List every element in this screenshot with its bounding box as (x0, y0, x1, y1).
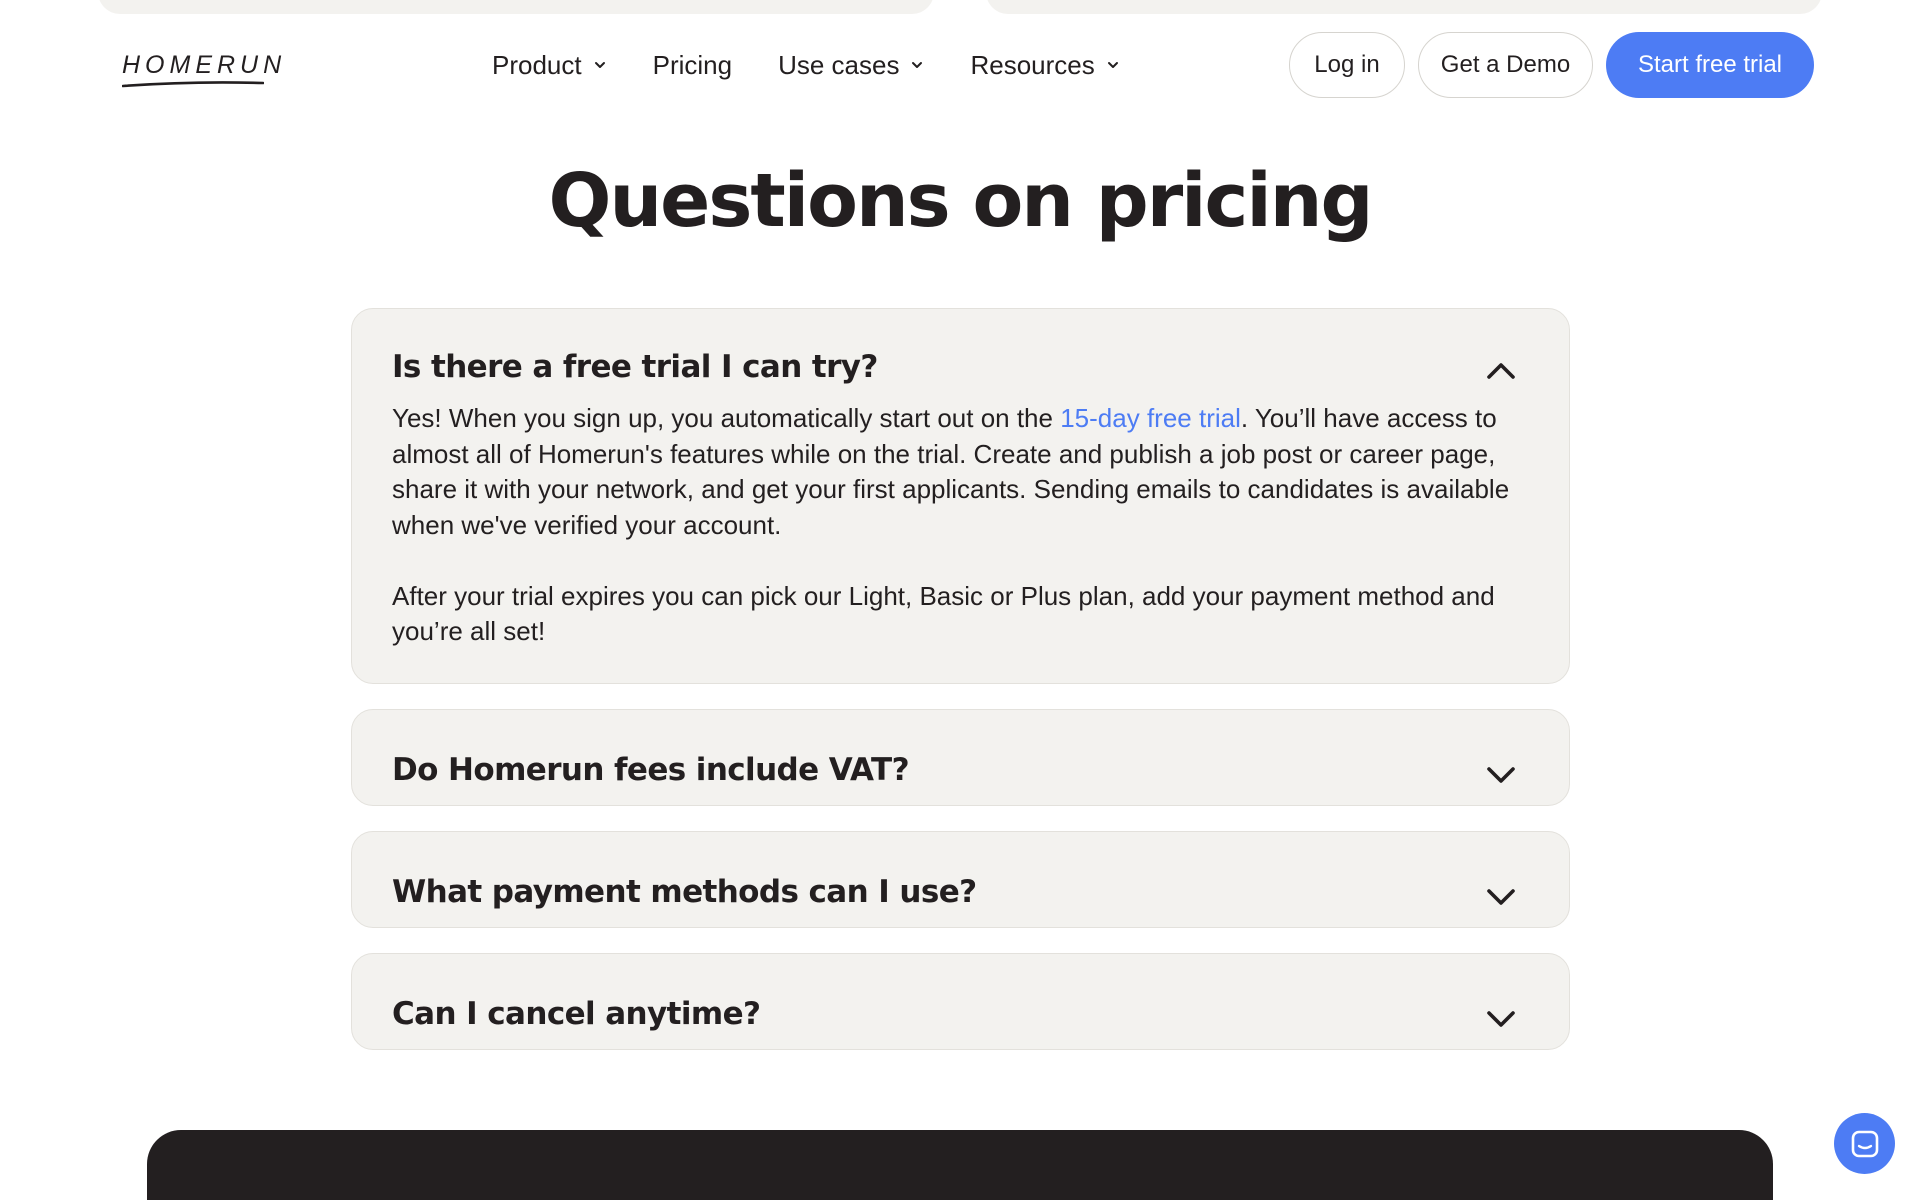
nav-item-label: Resources (970, 49, 1095, 80)
start-free-trial-button[interactable]: Start free trial (1606, 32, 1814, 98)
chevron-down-icon[interactable] (1485, 886, 1517, 908)
homerun-logo[interactable]: HOMERUN (122, 50, 287, 90)
chevron-down-icon[interactable] (1485, 764, 1517, 786)
top-cards-strip (0, 0, 1920, 16)
nav-item-pricing[interactable]: Pricing (653, 50, 732, 81)
faq-item[interactable]: What payment methods can I use? (351, 831, 1570, 928)
footer-cta-section (147, 1130, 1773, 1200)
get-demo-button[interactable]: Get a Demo (1418, 32, 1593, 98)
chevron-down-icon (1107, 62, 1118, 68)
chevron-down-icon (912, 62, 923, 68)
answer-text: Yes! When you sign up, you automatically… (392, 403, 1061, 433)
site-header: HOMERUN Product Pricing Use cases Resour… (0, 30, 1920, 100)
nav-item-product[interactable]: Product (492, 50, 607, 81)
page-title: Questions on pricing (548, 158, 1374, 244)
nav-item-label: Product (492, 49, 582, 80)
top-card-left (98, 0, 934, 14)
chevron-down-icon (594, 62, 605, 68)
chevron-up-icon[interactable] (1485, 360, 1517, 382)
top-card-right (986, 0, 1822, 14)
faq-question[interactable]: Can I cancel anytime? (392, 996, 761, 1032)
nav-item-label: Use cases (778, 49, 900, 80)
faq-question[interactable]: What payment methods can I use? (392, 874, 977, 910)
faq-question[interactable]: Is there a free trial I can try? (392, 349, 878, 385)
logo-underline (122, 81, 264, 88)
nav-item-use-cases[interactable]: Use cases (778, 50, 924, 81)
free-trial-link[interactable]: 15-day free trial (1060, 403, 1241, 433)
login-button[interactable]: Log in (1289, 32, 1405, 98)
nav-item-resources[interactable]: Resources (970, 50, 1119, 81)
faq-question[interactable]: Do Homerun fees include VAT? (392, 752, 910, 788)
faq-item[interactable]: Is there a free trial I can try? Yes! Wh… (351, 308, 1570, 684)
logo-text: HOMERUN (122, 51, 287, 79)
faq-answer: Yes! When you sign up, you automatically… (392, 401, 1522, 650)
faq-item[interactable]: Can I cancel anytime? (351, 953, 1570, 1050)
faq-answer-paragraph: Yes! When you sign up, you automatically… (392, 401, 1522, 543)
chat-icon (1851, 1130, 1878, 1157)
nav-item-label: Pricing (652, 49, 733, 80)
chevron-down-icon[interactable] (1485, 1008, 1517, 1030)
main-nav: Product Pricing Use cases Resources (492, 30, 1120, 100)
chat-launcher-button[interactable] (1834, 1113, 1895, 1174)
faq-item[interactable]: Do Homerun fees include VAT? (351, 709, 1570, 806)
faq-answer-paragraph: After your trial expires you can pick ou… (392, 580, 1495, 647)
